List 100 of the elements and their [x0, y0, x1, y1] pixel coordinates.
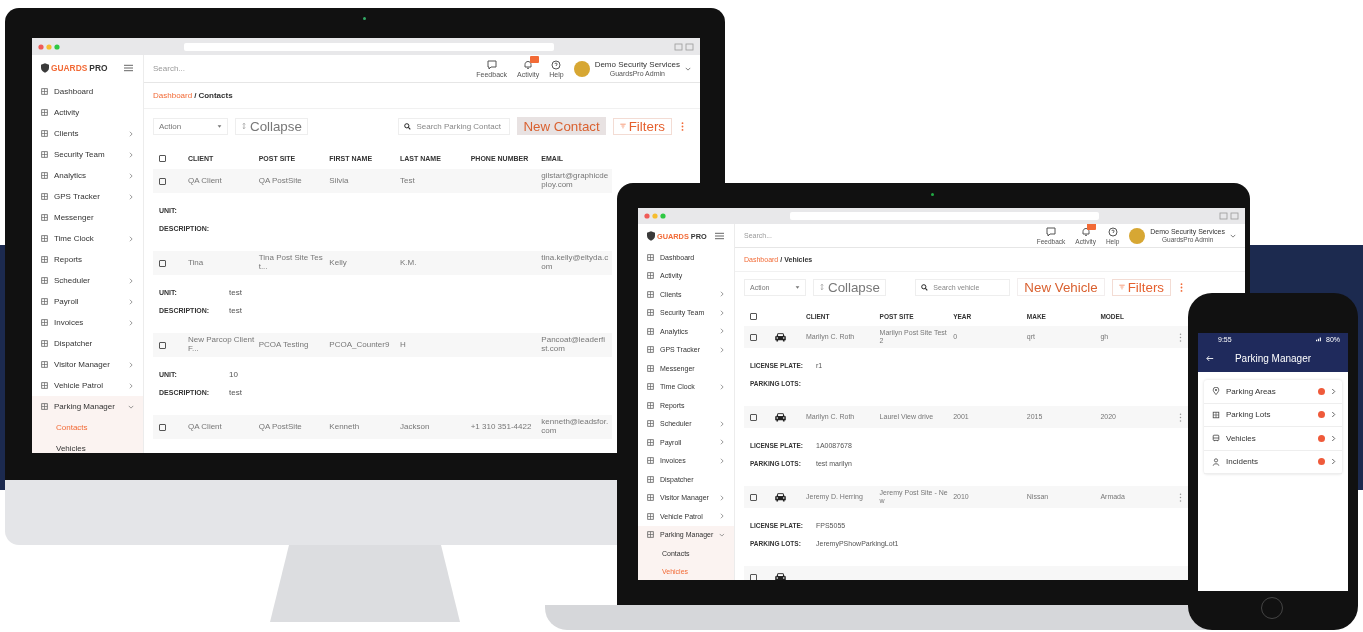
kebab-icon: [681, 120, 684, 132]
bell-icon: [1080, 226, 1091, 237]
grid-icon: [41, 214, 48, 221]
table-row[interactable]: QA Client QA PostSite Silvia Test gilstart@graphicdeploy.com: [153, 169, 612, 193]
sidebar-item[interactable]: Security Team: [32, 144, 143, 165]
sidebar-item[interactable]: Dashboard: [32, 81, 143, 102]
sidebar-item[interactable]: Analytics: [32, 165, 143, 186]
collapse-button[interactable]: Collapse: [235, 117, 308, 135]
action-dropdown[interactable]: Action: [153, 117, 228, 135]
grid-icon: [41, 151, 48, 158]
table-cell: QA Client: [188, 177, 222, 186]
table-cell: Jackson: [400, 423, 430, 432]
sidebar-item[interactable]: Payroll: [32, 291, 143, 312]
sidebar-item[interactable]: Activity: [32, 102, 143, 123]
checkbox[interactable]: [159, 423, 166, 431]
table-cell: Test: [400, 177, 415, 186]
chevron-right-icon: [128, 298, 134, 305]
kebab-icon: [1180, 281, 1183, 293]
sidebar-item[interactable]: Visitor Manager: [32, 354, 143, 375]
camera-icon: [363, 17, 366, 20]
checkbox[interactable]: [159, 154, 166, 162]
new-item-button[interactable]: New Vehicle: [1017, 278, 1105, 296]
menu-icon[interactable]: [124, 64, 133, 72]
grid-icon: [647, 346, 654, 354]
more-button[interactable]: [679, 120, 686, 132]
menu-icon[interactable]: [715, 232, 724, 240]
chevron-right-icon: [719, 439, 725, 446]
guard-icon: [41, 63, 49, 73]
chevron-right-icon: [719, 420, 725, 427]
table-cell: PCOA Testing: [258, 341, 309, 350]
search-icon: [404, 122, 412, 130]
search-field[interactable]: Search Parking Contact: [398, 117, 511, 135]
chevron-right-icon: [719, 291, 725, 298]
table-cell: Silvia: [329, 177, 349, 186]
signal-icon: [1315, 336, 1323, 342]
help-icon: [551, 59, 562, 70]
table-cell: kenneth@leadsfor.com: [541, 418, 610, 436]
detail-value: test: [229, 305, 242, 315]
detail-value: test: [229, 287, 242, 297]
chevron-right-icon: [1331, 434, 1336, 442]
checkbox[interactable]: [159, 341, 166, 349]
sidebar-item[interactable]: GPS Tracker: [32, 186, 143, 207]
collapse-button[interactable]: Collapse: [813, 278, 886, 296]
grid-icon: [647, 290, 654, 298]
collapse-arrows-icon: [241, 123, 247, 129]
grid-icon: [647, 531, 654, 539]
table-cell: New Parcop Client F...: [188, 336, 256, 354]
sidebar-subitem[interactable]: Vehicles: [32, 438, 143, 453]
grid-icon: [41, 88, 48, 95]
more-button[interactable]: [1178, 281, 1185, 293]
menu-item[interactable]: Parking Lots: [1204, 403, 1342, 427]
caret-icon[interactable]: [685, 65, 691, 72]
checkbox[interactable]: [159, 177, 166, 185]
sidebar-item[interactable]: Reports: [32, 249, 143, 270]
grid-icon: [41, 172, 48, 179]
checkbox[interactable]: [750, 573, 757, 580]
table-cell: +1 310 351-4422: [470, 423, 532, 432]
table-cell: tina.kelly@eltyda.com: [541, 254, 610, 272]
chevron-right-icon: [128, 361, 134, 368]
sidebar-item[interactable]: Time Clock: [32, 228, 143, 249]
chevron-right-icon: [128, 130, 134, 137]
filter-icon: [619, 123, 626, 129]
back-arrow-icon[interactable]: [1206, 355, 1214, 362]
grid-icon: [41, 340, 48, 347]
row-menu-icon[interactable]: [1179, 332, 1183, 342]
sidebar-item[interactable]: Parking Manager: [32, 396, 143, 417]
grid-icon: [647, 401, 654, 409]
menu-item[interactable]: Parking Areas: [1204, 380, 1342, 404]
screen-title: Parking Manager: [1233, 353, 1313, 364]
checkbox[interactable]: [750, 312, 757, 320]
chevron-right-icon: [128, 277, 134, 284]
sidebar-item[interactable]: Dispatcher: [32, 333, 143, 354]
sidebar-item[interactable]: Invoices: [32, 312, 143, 333]
sidebar-item[interactable]: Clients: [32, 123, 143, 144]
checkbox[interactable]: [750, 493, 757, 501]
row-menu-icon[interactable]: [1179, 412, 1183, 422]
menu-item[interactable]: Incidents: [1204, 450, 1342, 474]
grid-icon: [647, 253, 654, 261]
collapse-arrows-icon: [819, 284, 825, 290]
row-menu-icon[interactable]: [1179, 492, 1183, 502]
grid-icon: [41, 109, 48, 116]
table-cell: QA PostSite: [258, 423, 302, 432]
table-cell: QA PostSite: [258, 177, 302, 186]
menu-item[interactable]: Vehicles: [1204, 427, 1342, 451]
camera-icon: [931, 193, 934, 196]
checkbox[interactable]: [750, 333, 757, 341]
caret-icon[interactable]: [1230, 232, 1236, 239]
grid-icon: [647, 438, 654, 446]
table-cell: Kenneth: [329, 423, 360, 432]
caret-icon: [217, 123, 222, 129]
chevron-right-icon: [1331, 387, 1336, 395]
sidebar-item[interactable]: Vehicle Patrol: [32, 375, 143, 396]
table-cell: QA Client: [188, 423, 222, 432]
table-row[interactable]: QA Client QA PostSite Kenneth Jackson +1 310 351-4422 kenneth@leadsfor.com: [153, 415, 612, 439]
table-cell: K.M.: [400, 259, 417, 268]
checkbox[interactable]: [750, 413, 757, 421]
checkbox[interactable]: [159, 259, 166, 267]
sidebar-item[interactable]: Messenger: [32, 207, 143, 228]
sidebar-item[interactable]: Scheduler: [32, 270, 143, 291]
chevron-right-icon: [128, 193, 134, 200]
